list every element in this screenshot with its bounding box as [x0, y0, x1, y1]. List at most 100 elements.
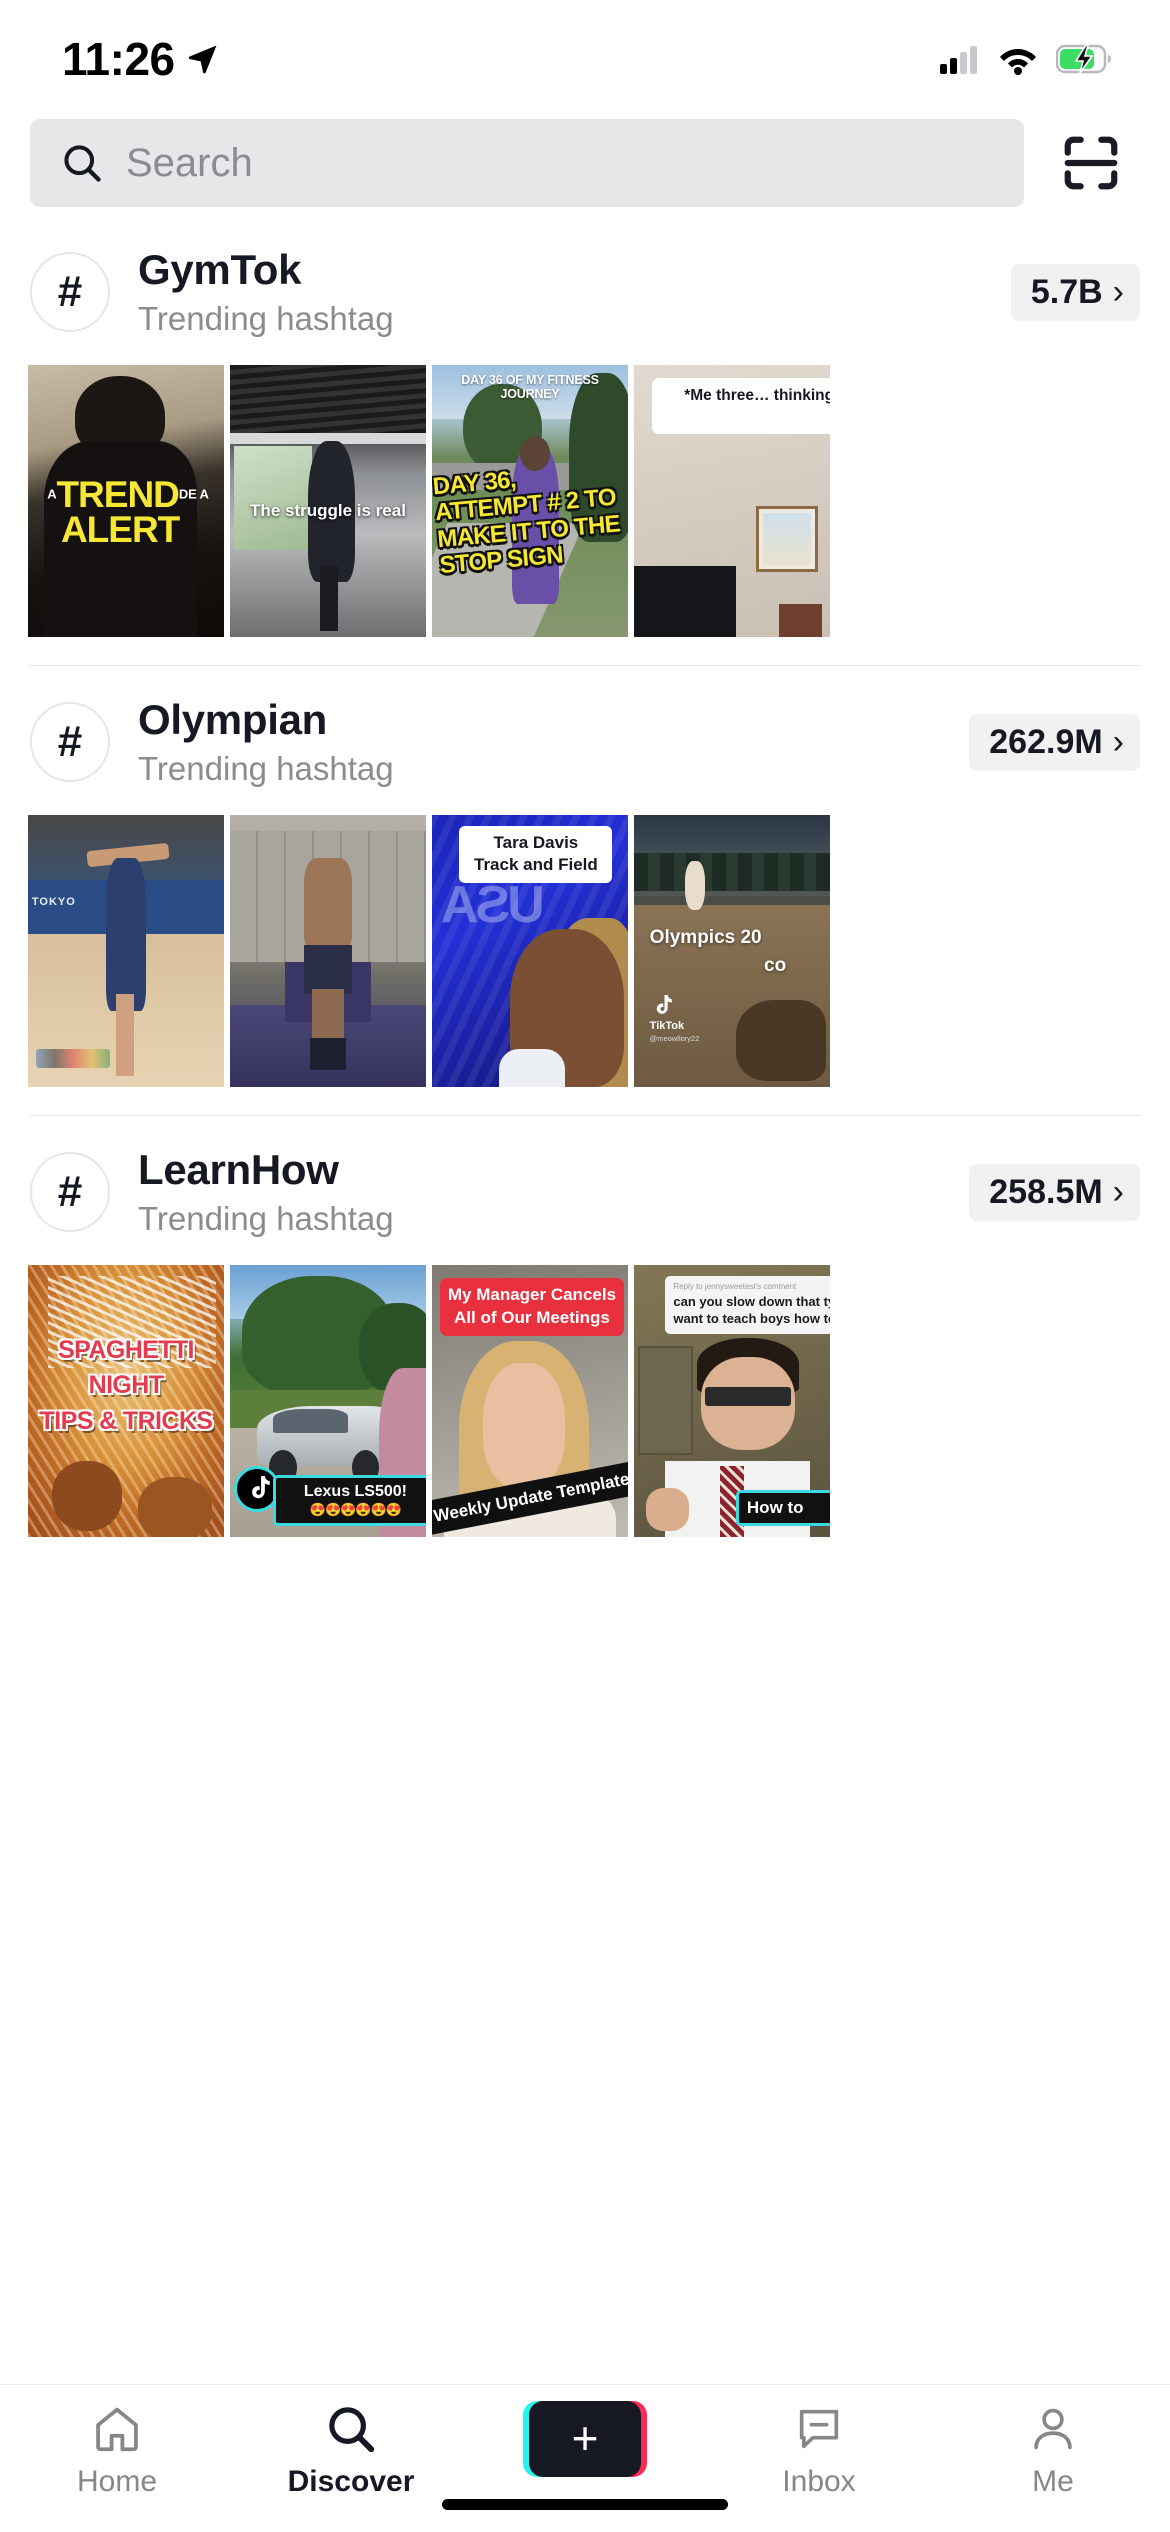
scan-qr-icon [1064, 136, 1118, 190]
create-plus-wrap: + [529, 2401, 641, 2477]
video-thumbnail[interactable]: TOKYO [28, 814, 224, 1087]
status-time-group: 11:26 [62, 32, 220, 86]
video-strip[interactable]: SPAGHETTI NIGHT TIPS & TRICKS Lexus LS50… [0, 1264, 1170, 1537]
chevron-right-icon: › [1112, 723, 1124, 762]
scan-qr-button[interactable] [1048, 120, 1134, 206]
hashtag-name: LearnHow [138, 1145, 339, 1193]
video-overlay-text: DAY 36, ATTEMPT # 2 TO MAKE IT TO THE ST… [432, 465, 621, 579]
video-thumbnail[interactable]: SPAGHETTI NIGHT TIPS & TRICKS [28, 1264, 224, 1537]
hashtag-titles: GymTok Trending hashtag [138, 246, 983, 339]
hashtag-section-olympian: # Olympian Trending hashtag 262.9M › TOK… [0, 666, 1170, 1116]
video-thumbnail[interactable]: ATRENDDE A ALERT [28, 364, 224, 637]
reply-label: Reply to jennysweetest's comment [673, 1281, 797, 1291]
video-thumbnail[interactable]: My Manager Cancels All of Our Meetings W… [432, 1264, 628, 1537]
overlay-emoji: 😍😍😍😍😍😍 [309, 1501, 402, 1517]
hashtag-count-button[interactable]: 5.7B › [1010, 263, 1140, 321]
video-overlay-text: TOKYO [31, 896, 76, 909]
video-overlay-text: SPAGHETTI NIGHT TIPS & TRICKS [28, 1333, 224, 1440]
hashtag-name: Olympian [138, 695, 327, 743]
profile-icon-wrap [1027, 2401, 1079, 2457]
overlay-car-name: Lexus LS500! [303, 1482, 407, 1500]
home-icon [96, 2407, 138, 2452]
video-thumbnail[interactable]: *Me three… thinking liftin… fem… [634, 364, 830, 637]
hashtag-count: 5.7B [1030, 272, 1103, 311]
tab-label-me: Me [1032, 2465, 1074, 2498]
discover-feed[interactable]: # GymTok Trending hashtag 5.7B › ATRENDD… [0, 216, 1170, 2384]
video-overlay-bubble: *Me three… thinking liftin… fem… [651, 378, 830, 435]
video-overlay-plate: Lexus LS500! 😍😍😍😍😍😍 [273, 1474, 426, 1526]
wifi-icon [1000, 49, 1036, 75]
status-time: 11:26 [62, 33, 175, 85]
hashtag-section-gymtok: # GymTok Trending hashtag 5.7B › ATRENDD… [0, 216, 1170, 666]
create-video-button[interactable]: + [523, 2401, 647, 2477]
hashtag-header[interactable]: # Olympian Trending hashtag 262.9M › [0, 666, 1170, 815]
tab-inbox[interactable]: Inbox [702, 2401, 936, 2499]
overlay-line-2: NIGHT [88, 1371, 164, 1400]
search-input[interactable]: Search [30, 119, 1024, 207]
overlay-line-2: Track and Field [474, 855, 598, 875]
video-backdrop-text: USA [443, 875, 545, 934]
hashtag-titles: Olympian Trending hashtag [138, 696, 941, 789]
overlay-line-1: Olympics 20 [649, 926, 762, 948]
person-icon [1034, 2408, 1072, 2450]
hashtag-icon: # [30, 702, 110, 783]
home-indicator [442, 2499, 728, 2510]
tab-label-home: Home [76, 2465, 158, 2498]
hashtag-count: 258.5M [989, 1172, 1103, 1211]
video-overlay-top-text: DAY 36 OF MY FITNESS JOURNEY [461, 373, 599, 402]
tab-home[interactable]: Home [0, 2401, 234, 2499]
watermark-label: TikTok [649, 1020, 685, 1033]
watermark-username: @meowllory22 [649, 1034, 700, 1044]
video-thumbnail[interactable]: The struggle is real [230, 364, 426, 637]
video-overlay-howto: How to [735, 1489, 830, 1526]
tab-me[interactable]: Me [936, 2401, 1170, 2499]
tab-label-discover: Discover [287, 2465, 415, 2498]
overlay-line-1: Tara Davis [493, 832, 579, 852]
search-icon [329, 2407, 375, 2453]
search-placeholder-text: Search [126, 140, 253, 185]
hashtag-titles: LearnHow Trending hashtag [138, 1146, 941, 1239]
hashtag-subtitle: Trending hashtag [138, 750, 394, 788]
hashtag-subtitle: Trending hashtag [138, 300, 394, 338]
discover-icon-wrap [324, 2401, 378, 2457]
video-thumbnail[interactable]: Lexus LS500! 😍😍😍😍😍😍 [230, 1264, 426, 1537]
video-overlay-reply: Reply to jennysweetest's comment can you… [665, 1275, 830, 1334]
cellular-signal-icon [940, 46, 977, 74]
tiktok-note-icon [656, 995, 672, 1015]
tab-discover[interactable]: Discover [234, 2401, 468, 2499]
video-thumbnail[interactable]: Olympics 20 co TikTok @meowllory22 [634, 814, 830, 1087]
video-thumbnail[interactable] [230, 814, 426, 1087]
hashtag-count-button[interactable]: 258.5M › [969, 1163, 1140, 1221]
hashtag-name: GymTok [138, 246, 302, 293]
video-thumbnail[interactable]: Reply to jennysweetest's comment can you… [634, 1264, 830, 1537]
chevron-right-icon: › [1112, 1173, 1124, 1212]
hashtag-section-learnhow: # LearnHow Trending hashtag 258.5M › SPA… [0, 1116, 1170, 1537]
video-overlay-text: Olympics 20 co [650, 924, 830, 981]
tiktok-note-icon [251, 1476, 270, 1499]
location-arrow-icon [188, 45, 217, 74]
search-icon [64, 145, 101, 182]
status-indicators [940, 43, 1112, 75]
hashtag-count-button[interactable]: 262.9M › [969, 713, 1140, 771]
home-icon-wrap [90, 2401, 144, 2457]
hashtag-count: 262.9M [989, 722, 1103, 761]
hashtag-header[interactable]: # GymTok Trending hashtag 5.7B › [0, 216, 1170, 365]
video-overlay-text-2: ALERT [60, 509, 180, 551]
video-thumbnail[interactable]: USA Tara Davis Track and Field [432, 814, 628, 1087]
chevron-right-icon: › [1112, 273, 1124, 312]
hashtag-subtitle: Trending hashtag [138, 1200, 394, 1238]
video-overlay-bubble: Tara Davis Track and Field [459, 825, 613, 883]
inbox-icon-wrap [793, 2401, 845, 2457]
tab-label-inbox: Inbox [782, 2465, 856, 2498]
video-thumbnail[interactable]: DAY 36 OF MY FITNESS JOURNEY DAY 36, ATT… [432, 364, 628, 637]
hashtag-icon: # [30, 1152, 110, 1233]
inbox-message-icon [799, 2409, 839, 2449]
overlay-line-2: co [764, 955, 787, 977]
video-strip[interactable]: TOKYO USA Tara Davis Track and Field Oly… [0, 814, 1170, 1087]
hashtag-header[interactable]: # LearnHow Trending hashtag 258.5M › [0, 1116, 1170, 1265]
tiktok-watermark: TikTok @meowllory22 [649, 994, 700, 1044]
video-strip[interactable]: ATRENDDE A ALERT The struggle is real DA… [0, 364, 1170, 637]
video-overlay-text: The struggle is real [250, 500, 406, 520]
tab-create[interactable]: + [468, 2401, 702, 2477]
video-overlay-title: My Manager Cancels All of Our Meetings [439, 1278, 625, 1337]
